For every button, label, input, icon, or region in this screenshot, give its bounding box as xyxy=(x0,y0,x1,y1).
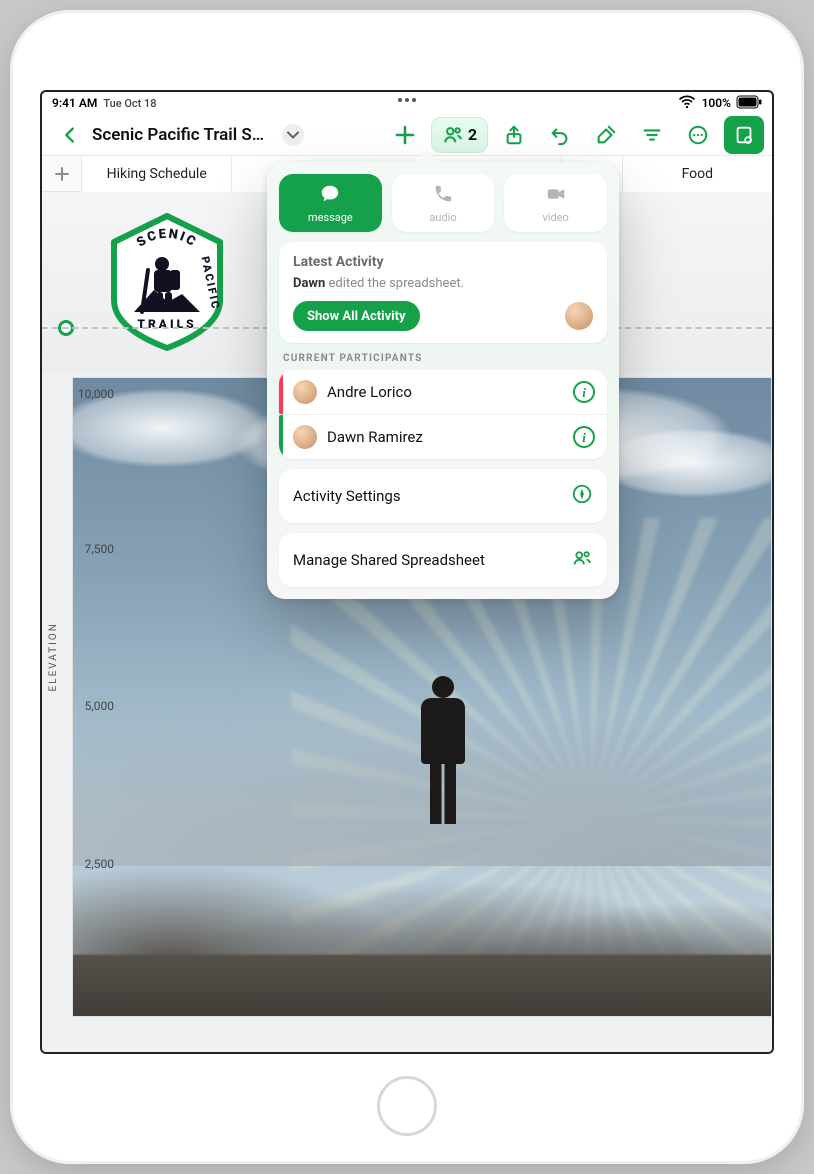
format-paint-button[interactable] xyxy=(586,116,626,154)
home-button[interactable] xyxy=(377,1076,437,1136)
presence-stripe xyxy=(279,415,283,459)
manage-shared-label: Manage Shared Spreadsheet xyxy=(293,551,561,569)
multitasking-dots[interactable] xyxy=(398,98,416,102)
wifi-icon xyxy=(677,92,697,115)
hiker-silhouette xyxy=(403,676,483,836)
participant-avatar xyxy=(293,425,317,449)
more-button[interactable] xyxy=(678,116,718,154)
audio-button[interactable]: audio xyxy=(392,174,495,232)
status-bar: 9:41 AM Tue Oct 18 100% xyxy=(42,92,772,114)
add-button[interactable] xyxy=(385,116,425,154)
show-all-activity-button[interactable]: Show All Activity xyxy=(293,301,420,331)
phone-icon xyxy=(432,183,454,209)
video-button[interactable]: video xyxy=(504,174,607,232)
collaboration-popover: message audio video Latest Activity Dawn… xyxy=(267,162,619,599)
document-title[interactable]: Scenic Pacific Trail Se... xyxy=(92,125,272,145)
participant-row[interactable]: Andre Lorico xyxy=(279,370,607,414)
latest-activity-line: Dawn edited the spreadsheet. xyxy=(293,276,593,291)
latest-activity-card: Latest Activity Dawn edited the spreadsh… xyxy=(279,242,607,343)
battery-pct: 100% xyxy=(702,96,731,110)
sheet-tab[interactable]: Hiking Schedule xyxy=(82,156,232,192)
activity-settings-label: Activity Settings xyxy=(293,487,561,505)
message-label: message xyxy=(308,211,353,224)
message-icon xyxy=(319,183,341,209)
activity-avatar[interactable] xyxy=(565,302,593,330)
compass-icon xyxy=(571,483,593,509)
latest-activity-title: Latest Activity xyxy=(293,254,593,270)
info-icon[interactable] xyxy=(573,381,595,403)
participants-section-title: CURRENT PARTICIPANTS xyxy=(283,353,603,364)
participant-name: Dawn Ramirez xyxy=(327,428,563,446)
share-button[interactable] xyxy=(494,116,534,154)
activity-settings-row[interactable]: Activity Settings xyxy=(279,469,607,523)
audio-label: audio xyxy=(429,211,456,224)
y-axis-label: ELEVATION xyxy=(48,622,59,691)
status-time: 9:41 AM xyxy=(52,96,97,110)
video-icon xyxy=(545,183,567,209)
message-button[interactable]: message xyxy=(279,174,382,232)
participant-name: Andre Lorico xyxy=(327,383,563,401)
document-menu-button[interactable] xyxy=(282,124,304,146)
collaboration-count: 2 xyxy=(468,125,477,144)
app-toolbar: Scenic Pacific Trail Se... 2 xyxy=(42,114,772,156)
inspector-button[interactable] xyxy=(724,116,764,154)
add-sheet-button[interactable] xyxy=(42,156,82,192)
sheet-tab[interactable]: Food xyxy=(623,156,772,192)
info-icon[interactable] xyxy=(573,426,595,448)
screen: 9:41 AM Tue Oct 18 100% Scenic Pacific T… xyxy=(40,90,774,1054)
back-button[interactable] xyxy=(50,116,90,154)
participants-list: Andre Lorico Dawn Ramirez xyxy=(279,370,607,459)
ipad-device: 9:41 AM Tue Oct 18 100% Scenic Pacific T… xyxy=(10,10,804,1164)
trail-badge-logo: SCENIC PACIFIC TRAILS xyxy=(102,212,232,352)
filter-button[interactable] xyxy=(632,116,672,154)
collaboration-button[interactable]: 2 xyxy=(431,117,488,153)
participant-avatar xyxy=(293,380,317,404)
people-icon xyxy=(571,547,593,573)
status-date: Tue Oct 18 xyxy=(103,97,156,110)
participant-row[interactable]: Dawn Ramirez xyxy=(279,414,607,459)
presence-stripe xyxy=(279,370,283,414)
selection-handle[interactable] xyxy=(58,320,74,336)
manage-shared-row[interactable]: Manage Shared Spreadsheet xyxy=(279,533,607,587)
undo-button[interactable] xyxy=(540,116,580,154)
battery-icon xyxy=(736,95,762,112)
svg-text:TRAILS: TRAILS xyxy=(137,317,196,331)
video-label: video xyxy=(543,211,569,224)
